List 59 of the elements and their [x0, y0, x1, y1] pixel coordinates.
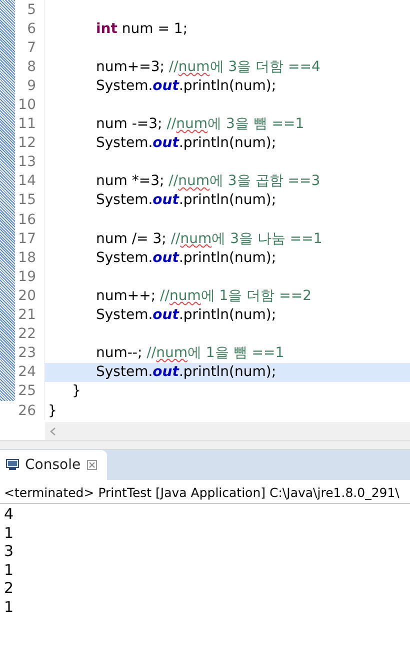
code-row[interactable]: }	[44, 382, 410, 401]
line-number: 20	[17, 288, 36, 304]
line-number: 15	[17, 192, 36, 208]
code-row[interactable]: num++; //num에 1을 더함 ==2	[44, 286, 410, 306]
line-number: 8	[26, 58, 36, 75]
code-row[interactable]: num -=3; //num에 3을 뺌 ==1	[44, 114, 410, 134]
line-number: 25	[17, 383, 36, 400]
console-output: 1	[4, 598, 15, 616]
code-row[interactable]: num *=3; //num에 3을 곱함 ==3	[44, 172, 410, 191]
line-number: 17	[17, 230, 36, 247]
code-line: System.out.println(num);	[96, 307, 276, 324]
code-row[interactable]: System.out.println(num);	[44, 190, 410, 210]
code-row[interactable]: System.out.println(num);	[44, 248, 410, 268]
code-row[interactable]: System.out.println(num);	[44, 362, 410, 382]
line-number: 18	[17, 250, 36, 266]
code-line: System.out.println(num);	[96, 192, 276, 208]
code-line: num--; //num에 1을 뺌 ==1	[96, 344, 284, 362]
code-line: System.out.println(num);	[96, 78, 276, 94]
line-number: 12	[17, 135, 36, 152]
code-row[interactable]: }	[44, 400, 410, 420]
line-number: 22	[17, 326, 36, 342]
code-line: num /= 3; //num에 3을 나눔 ==1	[96, 230, 322, 248]
line-number: 7	[26, 40, 36, 56]
code-row[interactable]: num /= 3; //num에 3을 나눔 ==1	[44, 229, 410, 248]
line-number: 11	[17, 116, 36, 132]
code-line: }	[72, 383, 81, 400]
code-line: System.out.println(num);	[96, 364, 276, 380]
line-number: 21	[17, 307, 36, 324]
code-line: System.out.println(num);	[96, 135, 276, 152]
code-line: num *=3; //num에 3을 곱함 ==3	[96, 172, 320, 190]
code-line: num -=3; //num에 3을 뺌 ==1	[96, 115, 304, 134]
line-number: 6	[26, 20, 36, 37]
line-number: 9	[26, 78, 36, 94]
line-number: 16	[17, 212, 36, 228]
code-row[interactable]: System.out.println(num);	[44, 306, 410, 325]
line-number: 14	[17, 173, 36, 190]
code-row[interactable]: System.out.println(num);	[44, 76, 410, 96]
code-line: num++; //num에 1을 더함 ==2	[96, 286, 312, 305]
console-output: 1	[4, 560, 15, 579]
line-number: 13	[17, 154, 36, 170]
code-line: System.out.println(num);	[96, 250, 276, 266]
process-status: <terminated> PrintTest [Java Application] C:\Java\jre1.8.0_291\	[0, 480, 410, 504]
console-output: 4	[4, 505, 15, 524]
line-number: 26	[17, 402, 36, 419]
code-row[interactable]: int num = 1;	[44, 19, 410, 38]
line-number: 24	[17, 364, 36, 380]
line-number: 10	[17, 97, 36, 114]
line-number: 5	[26, 2, 36, 18]
line-number: 23	[17, 345, 36, 362]
console-output: 1	[4, 524, 15, 542]
line-number: 19	[17, 268, 36, 285]
console-output: 2	[4, 579, 15, 598]
code-row[interactable]: num+=3; //num에 3을 더함 ==4	[44, 57, 410, 76]
console-tab[interactable]: Console	[0, 450, 107, 480]
console-output: 3	[4, 542, 15, 560]
code-row[interactable]: System.out.println(num);	[44, 134, 410, 153]
code-line: int num = 1;	[96, 20, 188, 37]
code-line: }	[48, 402, 57, 419]
code-line: num+=3; //num에 3을 더함 ==4	[96, 58, 320, 76]
